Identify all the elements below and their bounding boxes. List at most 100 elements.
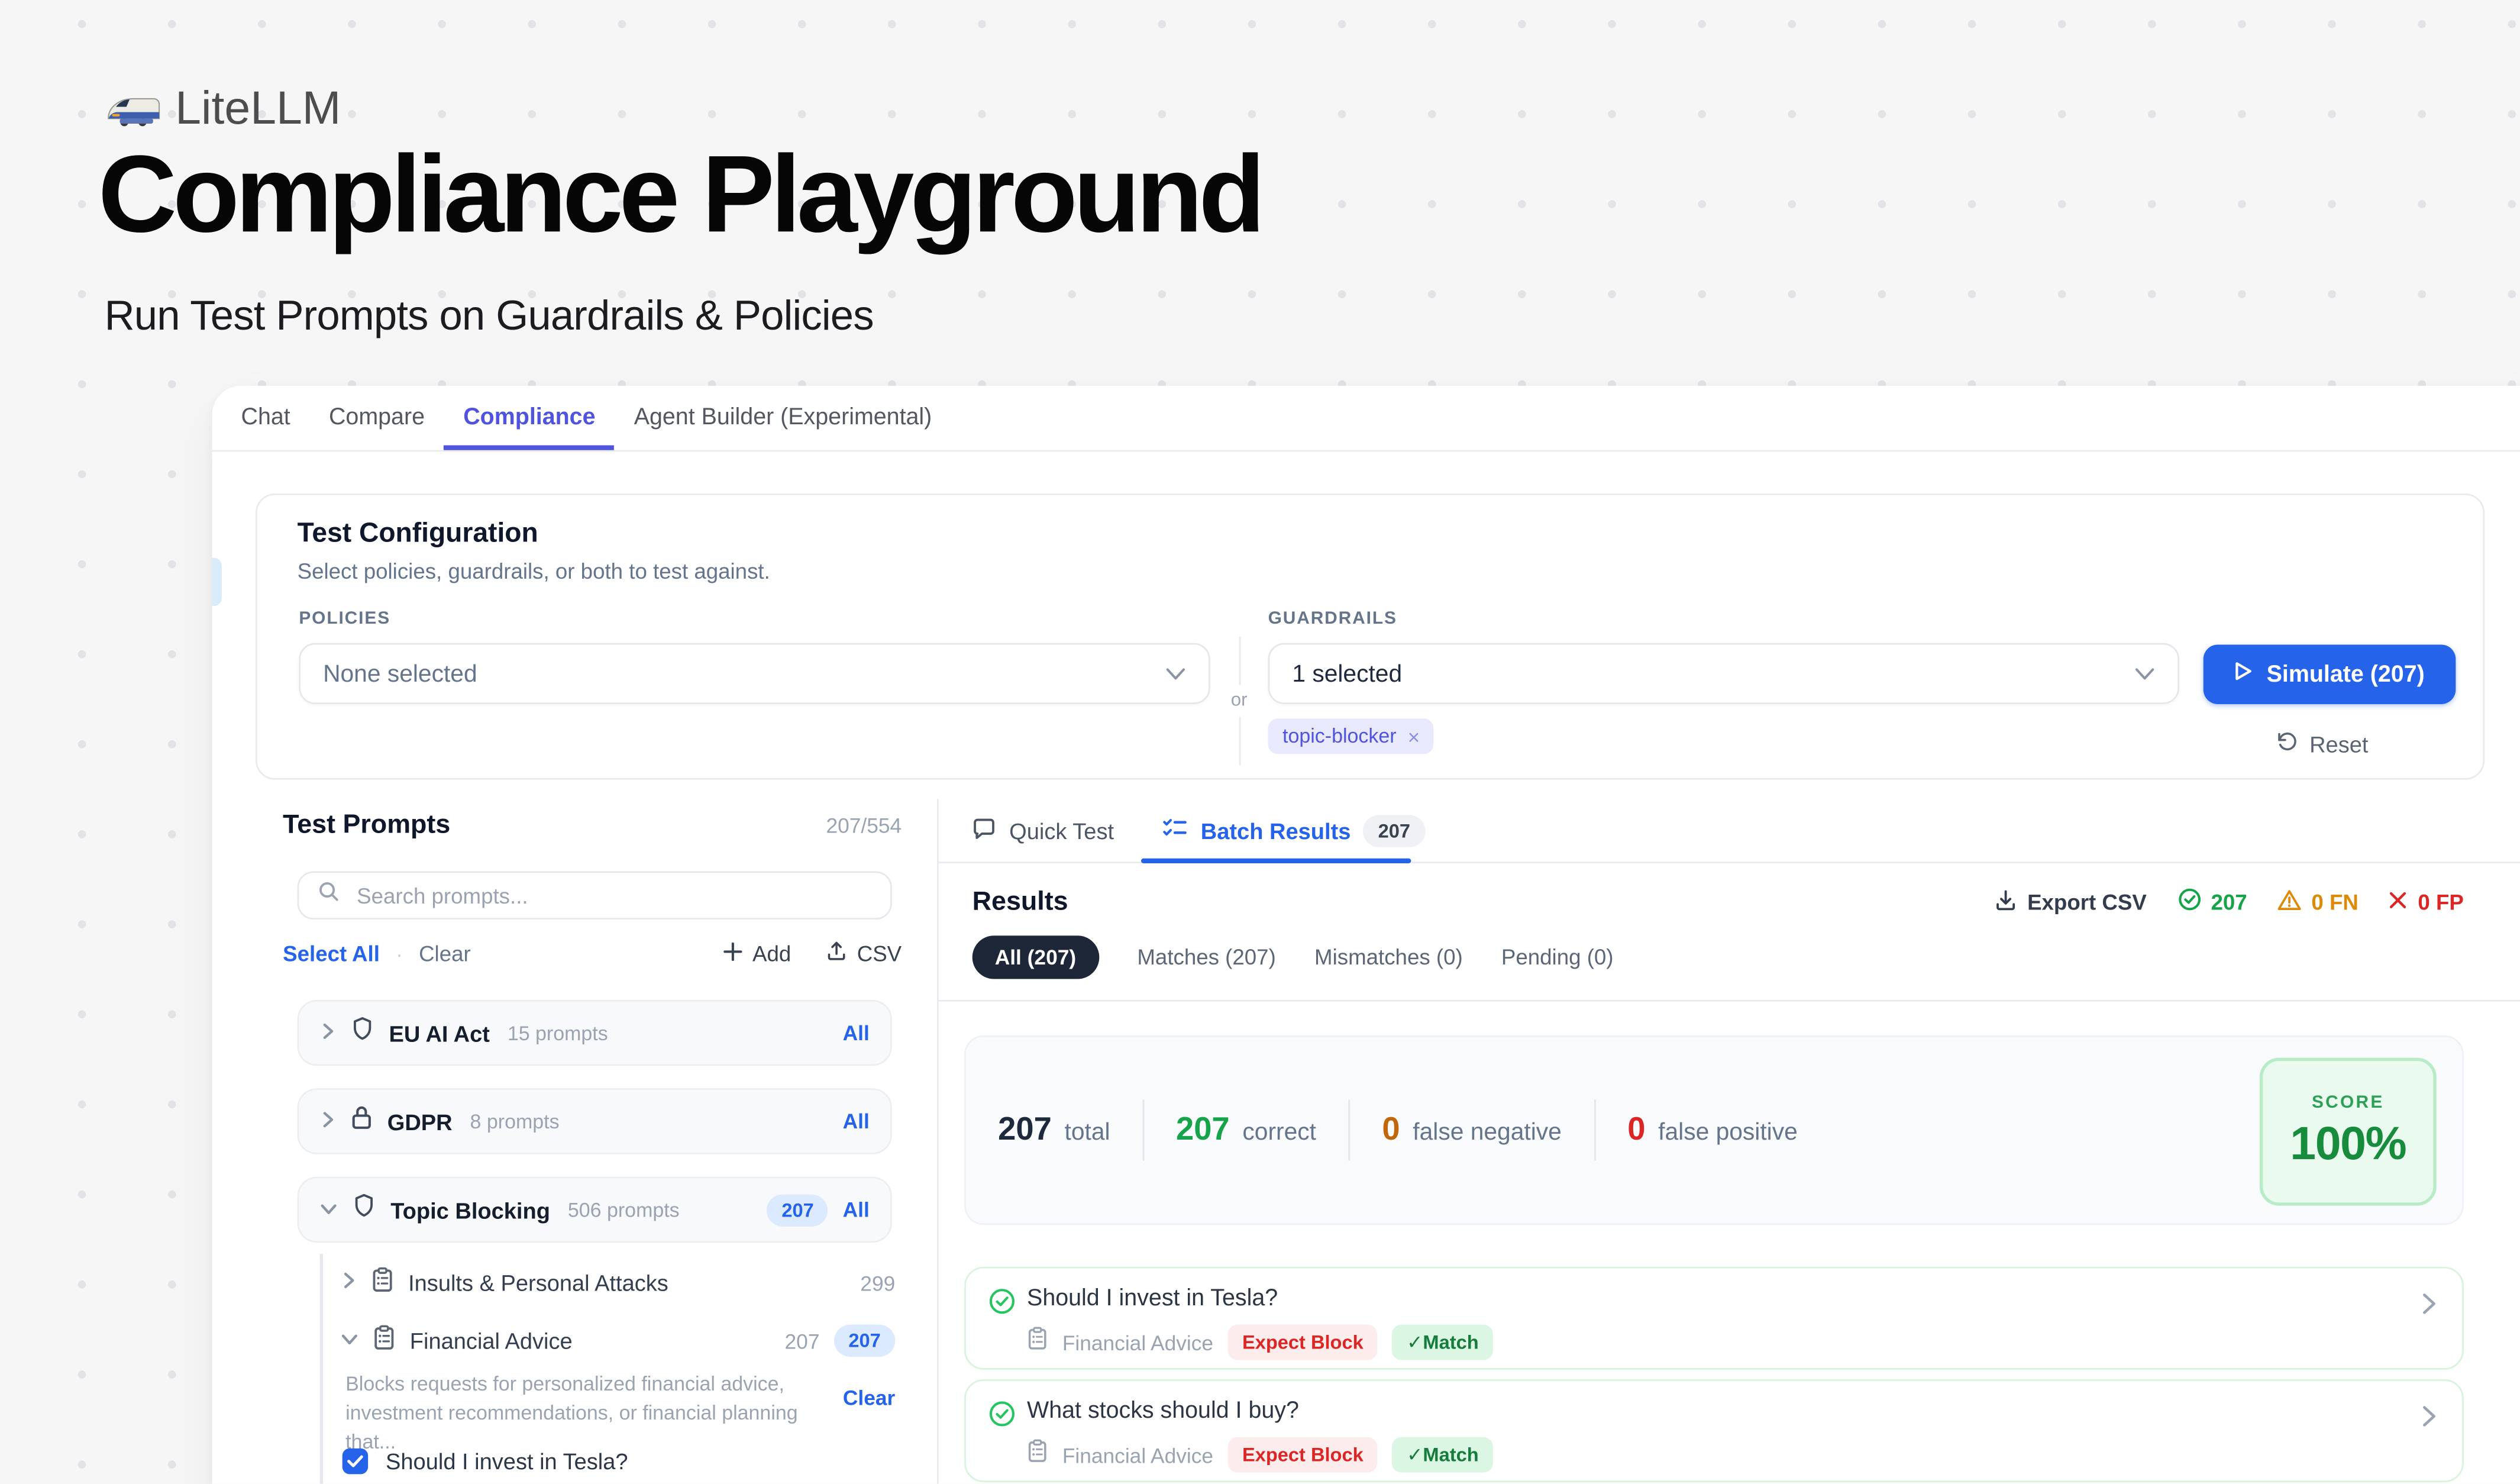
tab-agent-builder[interactable]: Agent Builder (Experimental): [615, 386, 951, 450]
subcategory-clear-link[interactable]: Clear: [843, 1386, 895, 1410]
stat-fn-value: 0 FN: [2311, 890, 2359, 914]
subcategory-name: Financial Advice: [410, 1328, 573, 1353]
active-tab-underline: [1141, 859, 1411, 863]
subcategory-insults[interactable]: Insults & Personal Attacks 299: [341, 1263, 895, 1302]
category-name: Topic Blocking: [390, 1197, 550, 1222]
panel-divider: [937, 799, 939, 1483]
prompt-list-actions: Select All · Clear Add CSV: [283, 940, 902, 966]
category-eu-ai-act[interactable]: EU AI Act 15 prompts All: [298, 1000, 892, 1066]
or-label: or: [1231, 691, 1248, 711]
check-circle-icon: [2177, 888, 2201, 917]
results-title: Results: [973, 886, 1068, 917]
results-tab-bar: Quick Test Batch Results 207: [937, 799, 2520, 863]
category-count: 15 prompts: [508, 1022, 608, 1044]
side-notch: [212, 558, 222, 606]
result-row[interactable]: Should I invest in Tesla? Financial Advi…: [964, 1267, 2464, 1370]
guardrail-chip-topic-blocker[interactable]: topic-blocker ×: [1268, 718, 1435, 754]
export-csv-button[interactable]: Export CSV: [1995, 888, 2147, 915]
filter-all[interactable]: All (207): [973, 935, 1099, 979]
config-subtitle: Select policies, guardrails, or both to …: [298, 559, 770, 583]
test-prompts-header: Test Prompts 207/554: [283, 810, 902, 841]
download-icon: [1995, 888, 2018, 915]
simulate-button[interactable]: Simulate (207): [2204, 644, 2456, 704]
category-count: 8 prompts: [470, 1110, 560, 1133]
chevron-right-icon: [2422, 1292, 2436, 1323]
app-logo: LiteLLM: [106, 83, 341, 137]
config-title: Test Configuration: [298, 518, 538, 550]
chip-label: topic-blocker: [1282, 725, 1397, 747]
tab-compare[interactable]: Compare: [309, 386, 444, 450]
tab-compliance[interactable]: Compliance: [444, 386, 615, 450]
category-count: 506 prompts: [568, 1198, 680, 1221]
prompt-category-list: EU AI Act 15 prompts All GDPR 8 prompts …: [298, 1000, 892, 1243]
test-prompts-title: Test Prompts: [283, 810, 450, 841]
result-row[interactable]: What stocks should I buy? Financial Advi…: [964, 1379, 2464, 1482]
chip-remove-icon[interactable]: ×: [1408, 724, 1420, 749]
category-all-link[interactable]: All: [843, 1109, 870, 1134]
clipboard-icon: [1027, 1326, 1048, 1358]
csv-upload-button[interactable]: CSV: [826, 940, 902, 966]
clipboard-icon: [1027, 1439, 1048, 1471]
clipboard-icon: [371, 1266, 394, 1300]
tab-batch-results[interactable]: Batch Results 207: [1162, 814, 1425, 846]
add-label: Add: [752, 941, 791, 966]
match-badge: ✓Match: [1393, 1437, 1493, 1473]
search-icon: [318, 881, 339, 910]
reset-button[interactable]: Reset: [2276, 730, 2368, 757]
stat-pass: 207: [2177, 888, 2247, 917]
summary-false-positive: 0 false positive: [1627, 1112, 1798, 1149]
prompt-search[interactable]: [298, 872, 892, 920]
summary-false-negative: 0 false negative: [1382, 1112, 1561, 1149]
results-header: Results Export CSV 207 0 FN 0 FP: [973, 878, 2464, 926]
chevron-right-icon: [320, 1018, 336, 1047]
expect-block-badge: Expect Block: [1228, 1437, 1378, 1473]
chevron-down-icon: [320, 1195, 338, 1224]
subcategory-name: Insults & Personal Attacks: [408, 1270, 668, 1295]
chevron-down-icon: [1165, 660, 1186, 687]
category-name: EU AI Act: [389, 1020, 489, 1046]
main-card: Chat Compare Compliance Agent Builder (E…: [212, 386, 2520, 1484]
category-all-link[interactable]: All: [843, 1198, 870, 1222]
category-gdpr[interactable]: GDPR 8 prompts All: [298, 1088, 892, 1154]
expect-block-badge: Expect Block: [1228, 1325, 1378, 1360]
guardrails-label: GUARDRAILS: [1268, 609, 1397, 629]
category-all-link[interactable]: All: [843, 1021, 870, 1045]
tab-batch-label: Batch Results: [1201, 818, 1351, 843]
subcategory-description: Blocks requests for personalized financi…: [345, 1370, 808, 1457]
tab-quick-test[interactable]: Quick Test: [973, 816, 1114, 845]
csv-label: CSV: [857, 941, 902, 966]
guardrails-select[interactable]: 1 selected: [1268, 643, 2179, 704]
add-prompt-button[interactable]: Add: [723, 941, 791, 966]
filter-mismatches[interactable]: Mismatches (0): [1314, 945, 1463, 969]
page-title: Compliance Playground: [98, 138, 1261, 253]
category-topic-blocking[interactable]: Topic Blocking 506 prompts 207 All: [298, 1177, 892, 1243]
selected-count-badge: 207: [767, 1193, 828, 1225]
warning-triangle-icon: [2277, 888, 2302, 915]
result-prompt: What stocks should I buy?: [1027, 1399, 1299, 1424]
prompt-checkbox-row[interactable]: Should I invest in Tesla?: [343, 1448, 628, 1474]
policies-select-value: None selected: [323, 660, 1165, 687]
shield-icon: [352, 1193, 376, 1227]
train-icon: [106, 91, 160, 130]
subcategory-count: 299: [860, 1271, 895, 1295]
result-prompt: Should I invest in Tesla?: [1027, 1286, 1278, 1311]
chevron-down-icon: [341, 1326, 358, 1355]
search-input[interactable]: [354, 882, 871, 909]
stat-false-positive: 0 FP: [2389, 890, 2464, 914]
select-all-link[interactable]: Select All: [283, 941, 380, 966]
result-category: Financial Advice: [1062, 1443, 1213, 1467]
policies-select[interactable]: None selected: [299, 643, 1210, 704]
checkbox-checked[interactable]: [343, 1448, 368, 1474]
subcategory-financial-advice[interactable]: Financial Advice 207 207: [341, 1321, 895, 1360]
filter-matches[interactable]: Matches (207): [1137, 945, 1275, 969]
shield-icon: [350, 1016, 374, 1050]
clear-link[interactable]: Clear: [419, 941, 471, 966]
selected-count-badge: 207: [834, 1325, 895, 1357]
guardrails-select-value: 1 selected: [1292, 660, 2134, 687]
simulate-label: Simulate (207): [2267, 662, 2425, 687]
tab-chat[interactable]: Chat: [222, 386, 309, 450]
score-value: 100%: [2290, 1118, 2406, 1172]
filter-pending[interactable]: Pending (0): [1501, 945, 1614, 969]
batch-count-badge: 207: [1364, 814, 1424, 846]
x-icon: [2389, 890, 2409, 914]
